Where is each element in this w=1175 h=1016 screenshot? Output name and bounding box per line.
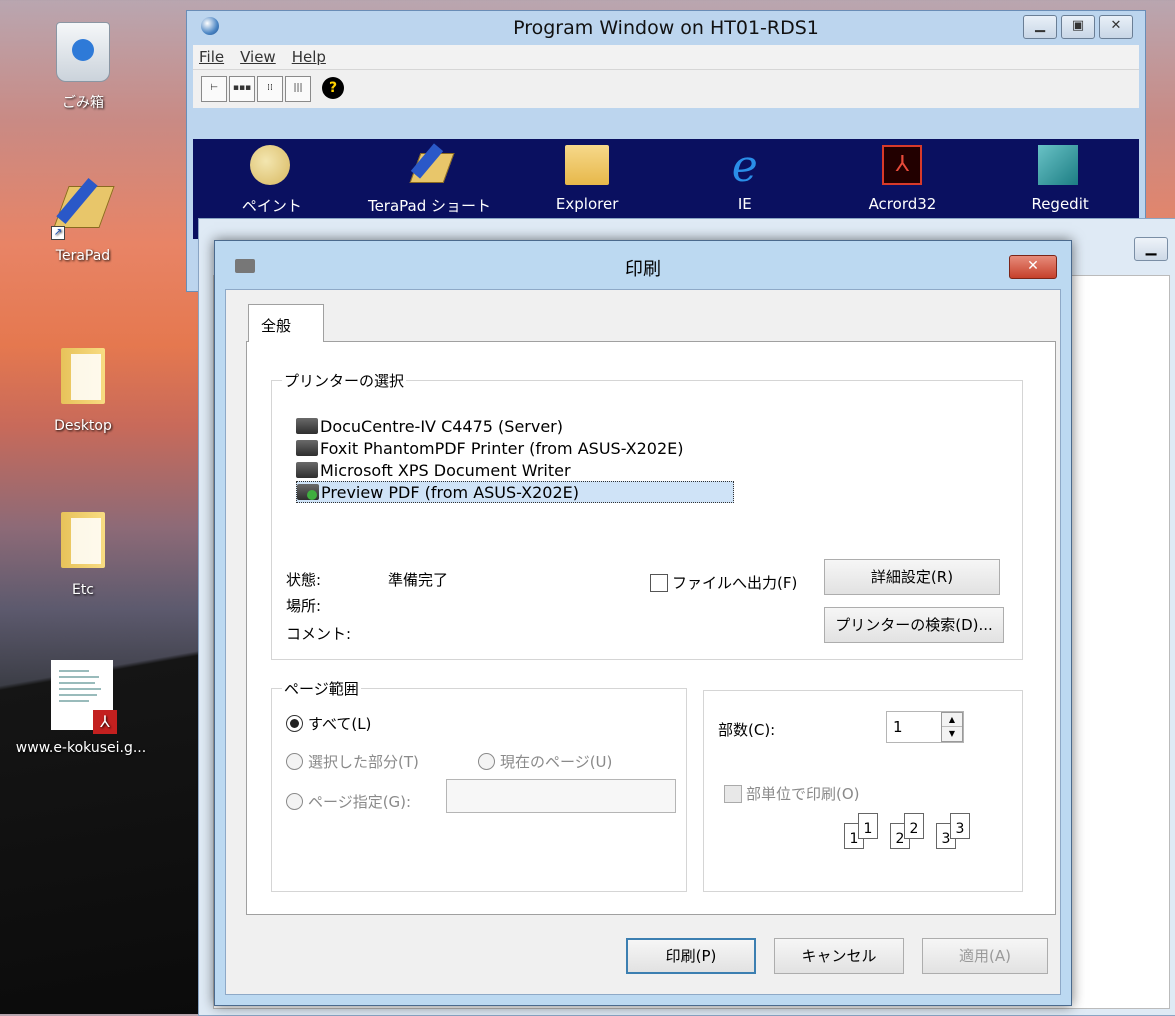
copies-label: 部数(C): bbox=[718, 721, 776, 739]
small-icons-view-icon[interactable]: ⁞⁞ bbox=[257, 76, 283, 102]
large-icons-view-icon[interactable]: ▪▪▪ bbox=[229, 76, 255, 102]
printer-selection-legend: プリンターの選択 bbox=[284, 372, 405, 390]
print-to-file-label[interactable]: ファイルへ出力(F) bbox=[672, 572, 797, 593]
launcher-label: Regedit bbox=[1031, 195, 1089, 213]
paint-palette-icon bbox=[249, 145, 294, 189]
launcher-label: Acrord32 bbox=[868, 195, 937, 213]
desktop-icon-etc-folder[interactable]: Etc bbox=[8, 512, 158, 598]
folder-icon bbox=[53, 512, 113, 574]
desktop-hill bbox=[0, 594, 220, 1014]
print-dialog: 印刷 ✕ 全般 プリンターの選択 DocuCentre-IV C4475 (Se… bbox=[214, 240, 1072, 1006]
preferences-button[interactable]: 詳細設定(R) bbox=[824, 559, 1000, 595]
selection-radio[interactable] bbox=[286, 753, 303, 770]
help-icon[interactable]: ? bbox=[321, 77, 345, 101]
menu-bar: File View Help bbox=[193, 45, 1139, 69]
launcher-label: ペイント bbox=[241, 197, 302, 215]
folder-icon bbox=[53, 348, 113, 410]
copies-spinner[interactable]: ▲ ▼ bbox=[941, 712, 963, 742]
desktop-icon-label: TeraPad bbox=[55, 248, 111, 264]
internet-explorer-icon: e bbox=[731, 141, 758, 192]
maximize-button[interactable]: ▣ bbox=[1061, 15, 1095, 39]
desktop-icon-label: Desktop bbox=[54, 418, 112, 434]
comment-label: コメント: bbox=[286, 625, 352, 643]
all-pages-label[interactable]: すべて(L) bbox=[308, 713, 371, 734]
spin-down-icon[interactable]: ▼ bbox=[942, 727, 962, 740]
regedit-icon bbox=[1038, 145, 1082, 189]
default-printer-icon bbox=[297, 484, 319, 500]
location-label: 場所: bbox=[286, 597, 322, 615]
print-dialog-titlebar[interactable]: 印刷 ✕ bbox=[215, 241, 1071, 283]
status-value: 準備完了 bbox=[388, 571, 449, 589]
printer-selection-group: プリンターの選択 DocuCentre-IV C4475 (Server) Fo… bbox=[271, 370, 1023, 660]
recycle-bin-icon bbox=[53, 22, 113, 84]
spin-up-icon[interactable]: ▲ bbox=[942, 713, 962, 727]
close-button[interactable]: ✕ bbox=[1099, 15, 1133, 39]
collate-preview-icon: 11 22 33 bbox=[844, 809, 1004, 859]
explorer-folder-icon bbox=[565, 145, 610, 189]
cancel-button[interactable]: キャンセル bbox=[774, 938, 904, 974]
minimize-button[interactable]: ▁ bbox=[1134, 237, 1168, 261]
menu-file[interactable]: File bbox=[199, 48, 224, 66]
pdf-file-icon: ⅄ bbox=[51, 660, 117, 734]
tab-panel-general: プリンターの選択 DocuCentre-IV C4475 (Server) Fo… bbox=[246, 341, 1056, 915]
dialog-title: 印刷 bbox=[625, 259, 661, 280]
acrobat-icon: ⅄ bbox=[880, 145, 924, 189]
page-specify-label[interactable]: ページ指定(G): bbox=[308, 791, 411, 812]
window-title: Program Window on HT01-RDS1 bbox=[513, 17, 819, 39]
current-page-label[interactable]: 現在のページ(U) bbox=[500, 751, 612, 772]
desktop-icon-label: ごみ箱 bbox=[62, 95, 104, 111]
list-view-icon[interactable]: ||| bbox=[285, 76, 311, 102]
printer-icon bbox=[296, 462, 318, 478]
printer-item-selected[interactable]: Preview PDF (from ASUS-X202E) bbox=[296, 481, 734, 503]
find-printer-button[interactable]: プリンターの検索(D)... bbox=[824, 607, 1004, 643]
copies-group: 部数(C): 1 ▲ ▼ 部単位で印刷(O) 11 22 33 bbox=[703, 690, 1023, 892]
page-range-group: ページ範囲 すべて(L) 選択した部分(T) 現在のページ(U) ページ指定(G… bbox=[271, 678, 687, 892]
minimize-button[interactable]: ▁ bbox=[1023, 15, 1057, 39]
terapad-icon: ↗ bbox=[51, 177, 115, 240]
launcher-label: IE bbox=[737, 195, 752, 213]
status-label: 状態: bbox=[286, 571, 322, 589]
collate-label[interactable]: 部単位で印刷(O) bbox=[746, 783, 860, 804]
pages-input[interactable] bbox=[446, 779, 676, 813]
close-button[interactable]: ✕ bbox=[1009, 255, 1057, 279]
desktop-icon-pdf-file[interactable]: ⅄ www.e-kokusei.g... bbox=[6, 660, 156, 756]
printer-item[interactable]: DocuCentre-IV C4475 (Server) bbox=[296, 415, 563, 437]
collate-checkbox[interactable] bbox=[724, 785, 742, 803]
terapad-icon bbox=[407, 143, 455, 189]
program-window-titlebar[interactable]: Program Window on HT01-RDS1 ▁ ▣ ✕ bbox=[187, 11, 1145, 45]
menu-view[interactable]: View bbox=[240, 48, 276, 66]
selection-label[interactable]: 選択した部分(T) bbox=[308, 751, 419, 772]
toolbar: ⊢ ▪▪▪ ⁞⁞ ||| ? bbox=[193, 69, 1139, 108]
all-pages-radio[interactable] bbox=[286, 715, 303, 732]
desktop-icon-recycle-bin[interactable]: ごみ箱 bbox=[8, 22, 158, 112]
print-button[interactable]: 印刷(P) bbox=[626, 938, 756, 974]
printer-item[interactable]: Foxit PhantomPDF Printer (from ASUS-X202… bbox=[296, 437, 684, 459]
apply-button[interactable]: 適用(A) bbox=[922, 938, 1048, 974]
desktop-icon-terapad[interactable]: ↗ TeraPad bbox=[8, 177, 158, 264]
current-page-radio[interactable] bbox=[478, 753, 495, 770]
printer-icon bbox=[296, 418, 318, 434]
launcher-label: Explorer bbox=[555, 195, 619, 213]
page-specify-radio[interactable] bbox=[286, 793, 303, 810]
menu-help[interactable]: Help bbox=[292, 48, 326, 66]
page-range-legend: ページ範囲 bbox=[284, 680, 359, 698]
tab-general[interactable]: 全般 bbox=[248, 304, 324, 342]
print-to-file-checkbox[interactable] bbox=[650, 574, 668, 592]
desktop-icon-label: www.e-kokusei.g... bbox=[15, 740, 147, 756]
printer-icon bbox=[296, 440, 318, 456]
dialog-client: 全般 プリンターの選択 DocuCentre-IV C4475 (Server)… bbox=[225, 289, 1061, 995]
desktop-icon-desktop-folder[interactable]: Desktop bbox=[8, 348, 158, 434]
copies-input[interactable]: 1 ▲ ▼ bbox=[886, 711, 964, 743]
printer-item[interactable]: Microsoft XPS Document Writer bbox=[296, 459, 571, 481]
tree-view-icon[interactable]: ⊢ bbox=[201, 76, 227, 102]
desktop-icon-label: Etc bbox=[71, 582, 95, 598]
